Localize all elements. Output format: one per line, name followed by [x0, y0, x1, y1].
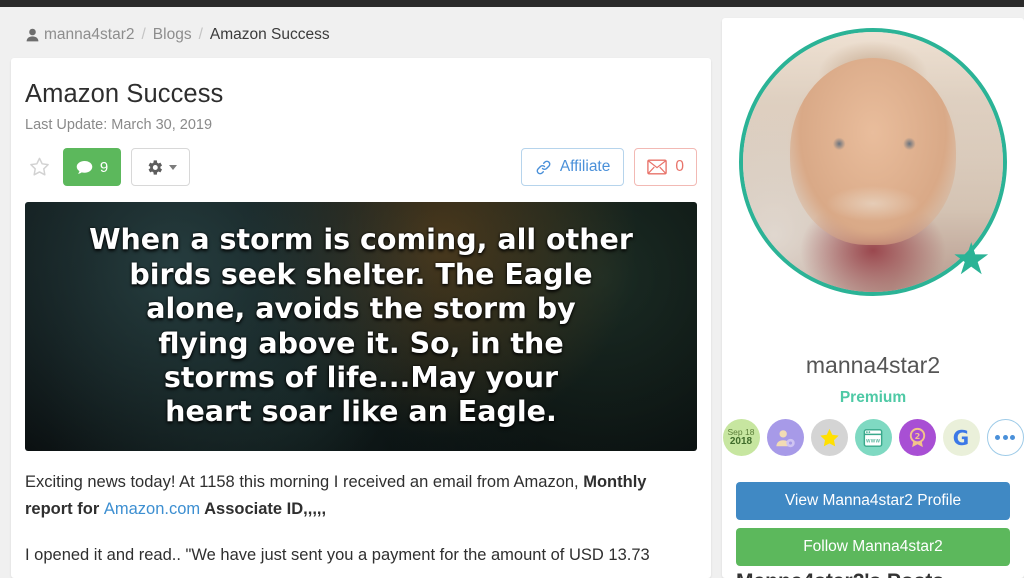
achievement-badges: Sep 18 2018 www 2 G [722, 419, 1024, 456]
gear-icon [148, 159, 162, 175]
post-action-bar: 9 Affiliate 0 [25, 148, 711, 186]
rank-number: 2 [914, 431, 920, 441]
premium-star-badge-icon: ★ [951, 235, 991, 284]
badge-website[interactable]: www [854, 419, 892, 456]
membership-badge: Premium [839, 389, 907, 406]
breadcrumb-user[interactable]: manna4star2 [26, 26, 134, 44]
post-paragraph-1: Exciting news today! At 1158 this mornin… [25, 469, 697, 522]
link-icon [536, 160, 551, 174]
comment-icon [76, 160, 93, 174]
badge-star[interactable] [810, 419, 848, 456]
breadcrumb-user-label: manna4star2 [44, 26, 135, 43]
browser-icon: www [863, 428, 883, 447]
badge-join-date[interactable]: Sep 18 2018 [722, 419, 760, 456]
messages-button[interactable]: 0 [634, 148, 697, 186]
message-count: 0 [675, 158, 684, 175]
badge-profile[interactable] [766, 419, 804, 456]
post-banner-image: When a storm is coming, all other birds … [25, 202, 697, 451]
breadcrumb-separator-2: / [198, 26, 203, 43]
affiliate-label: Affiliate [559, 158, 611, 175]
badge-google[interactable]: G [942, 419, 980, 456]
profile-sidebar: ★ manna4star2 Premium Sep 18 2018 www 2 … [722, 18, 1024, 578]
paragraph-1-bold-2: Associate ID,,,,, [200, 499, 327, 518]
post-paragraph-2: I opened it and read.. "We have just sen… [25, 546, 650, 565]
follow-button[interactable]: Follow Manna4star2 [736, 528, 1010, 566]
breadcrumb-separator-1: / [141, 26, 146, 43]
breadcrumb-blogs[interactable]: Blogs [153, 26, 192, 44]
top-navbar [0, 0, 1024, 7]
post-body: Exciting news today! At 1158 this mornin… [25, 469, 697, 569]
last-update-text: Last Update: March 30, 2019 [25, 117, 213, 133]
join-date-year: 2018 [729, 435, 753, 447]
google-label: G [952, 425, 970, 450]
badge-rank[interactable]: 2 [898, 419, 936, 456]
post-settings-button[interactable] [131, 148, 190, 186]
www-label: www [866, 438, 880, 444]
profile-settings-icon [776, 429, 795, 447]
star-badge-icon [819, 428, 839, 446]
view-profile-button[interactable]: View Manna4star2 Profile [736, 482, 1010, 520]
post-card: Amazon Success Last Update: March 30, 20… [11, 58, 711, 578]
affiliate-button[interactable]: Affiliate [520, 148, 625, 186]
comment-count: 9 [99, 158, 109, 176]
profile-username: manna4star2 [805, 352, 941, 378]
person-icon [26, 28, 39, 42]
posts-section-header: Manna4star2's Posts View all [736, 570, 1010, 578]
star-icon [29, 157, 49, 176]
chevron-down-icon [168, 164, 177, 170]
ribbon-icon: 2 [909, 427, 925, 448]
banner-quote-text: When a storm is coming, all other birds … [89, 223, 633, 429]
avatar-container: ★ [739, 28, 1007, 296]
post-secondary-actions: Affiliate 0 [520, 148, 697, 186]
page-title: Amazon Success [25, 80, 224, 108]
posts-heading: Manna4star2's Posts [736, 570, 944, 578]
favorite-star-button[interactable] [25, 152, 53, 182]
comments-button[interactable]: 9 [63, 148, 121, 186]
breadcrumb-current: Amazon Success [209, 26, 330, 43]
badge-more-button[interactable] [986, 419, 1024, 456]
envelope-icon [647, 159, 668, 175]
more-dots-icon [995, 435, 1015, 440]
paragraph-1-text: Exciting news today! At 1158 this mornin… [25, 473, 584, 491]
amazon-link[interactable]: Amazon.com [104, 500, 200, 518]
breadcrumb: manna4star2 / Blogs / Amazon Success [26, 26, 330, 44]
